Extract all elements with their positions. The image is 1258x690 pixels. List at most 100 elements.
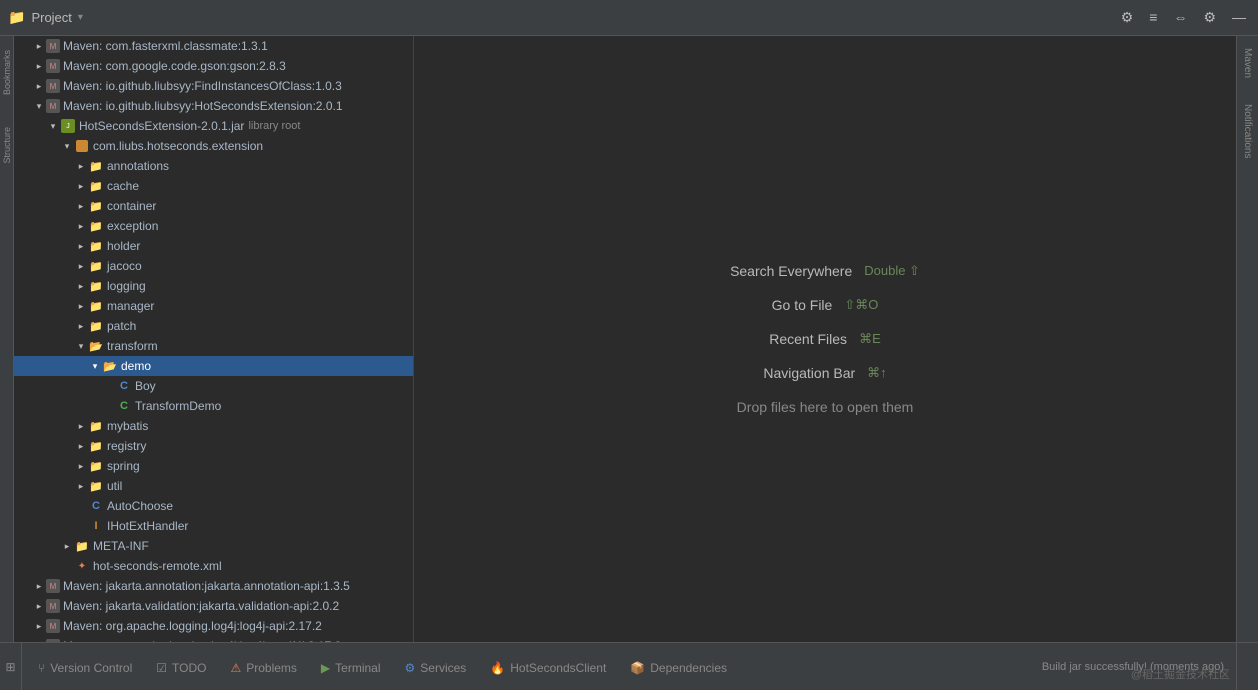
icon-minimize[interactable]: — bbox=[1228, 7, 1250, 28]
icon-metainf bbox=[74, 538, 90, 554]
project-dropdown-icon[interactable]: ▾ bbox=[78, 12, 83, 23]
tree-item-pkg1[interactable]: com.liubs.hotseconds.extension bbox=[14, 136, 413, 156]
folder-badge-holder bbox=[89, 240, 103, 253]
tree-item-annotations[interactable]: annotations bbox=[14, 156, 413, 176]
tree-item-maven7[interactable]: M Maven: org.apache.logging.log4j:log4j-… bbox=[14, 616, 413, 636]
tree-item-maven2[interactable]: M Maven: com.google.code.gson:gson:2.8.3 bbox=[14, 56, 413, 76]
icon-transform bbox=[88, 338, 104, 354]
tree-item-util[interactable]: util bbox=[14, 476, 413, 496]
arrow-registry bbox=[74, 439, 88, 453]
arrow-maven8 bbox=[32, 639, 46, 642]
tab-hotseconds-client[interactable]: 🔥 HotSecondsClient bbox=[478, 643, 618, 690]
tab-terminal[interactable]: ▶ Terminal bbox=[309, 643, 393, 690]
tab-todo[interactable]: ☑ TODO bbox=[144, 643, 218, 690]
tree-item-jacoco[interactable]: jacoco bbox=[14, 256, 413, 276]
arrow-ihotexthandler bbox=[74, 519, 88, 533]
right-side-tab-notifications[interactable]: Notifications bbox=[1240, 96, 1255, 166]
tree-item-cache[interactable]: cache bbox=[14, 176, 413, 196]
folder-badge-patch bbox=[89, 320, 103, 333]
tab-label-version-control: Version Control bbox=[50, 661, 132, 675]
arrow-maven6 bbox=[32, 599, 46, 613]
icon-settings[interactable]: ⚙ bbox=[1199, 7, 1220, 28]
folder-badge-cache bbox=[89, 180, 103, 193]
bottom-toolbar: ⊞ ⑂ Version Control ☑ TODO ⚠ Problems ▶ … bbox=[0, 642, 1258, 690]
top-bar-icons: ⚙ ≡ ⇔ ⚙ — bbox=[1117, 7, 1250, 28]
label-maven1: Maven: com.fasterxml.classmate:1.3.1 bbox=[63, 39, 268, 53]
icon-problems: ⚠ bbox=[230, 661, 241, 675]
label-manager: manager bbox=[107, 299, 154, 313]
tab-problems[interactable]: ⚠ Problems bbox=[218, 643, 308, 690]
tree-item-transformdemo[interactable]: TransformDemo bbox=[14, 396, 413, 416]
folder-badge-metainf bbox=[75, 540, 89, 553]
icon-jar1: J bbox=[60, 118, 76, 134]
folder-badge-logging bbox=[89, 280, 103, 293]
icon-maven2: M bbox=[46, 59, 60, 73]
tree-item-container[interactable]: container bbox=[14, 196, 413, 216]
icon-maven6: M bbox=[46, 599, 60, 613]
far-left-tab-structure[interactable]: Structure bbox=[1, 121, 13, 170]
label-transformdemo: TransformDemo bbox=[135, 399, 221, 413]
far-left-tab-bookmarks[interactable]: Bookmarks bbox=[1, 44, 13, 101]
tree-item-metainf[interactable]: META-INF bbox=[14, 536, 413, 556]
label-jar1-library: library root bbox=[248, 120, 300, 132]
tree-item-logging[interactable]: logging bbox=[14, 276, 413, 296]
tree-item-demo[interactable]: demo bbox=[14, 356, 413, 376]
label-boy: Boy bbox=[135, 379, 156, 393]
hint-label-search: Search Everywhere bbox=[730, 263, 852, 279]
label-holder: holder bbox=[107, 239, 140, 253]
icon-expand[interactable]: ⇔ bbox=[1169, 7, 1191, 28]
main-area: Bookmarks Structure M Maven: com.fasterx… bbox=[0, 36, 1258, 642]
tab-services[interactable]: ⚙ Services bbox=[393, 643, 479, 690]
tab-version-control[interactable]: ⑂ Version Control bbox=[26, 643, 144, 690]
project-icon: 📁 bbox=[8, 9, 25, 26]
tree-item-patch[interactable]: patch bbox=[14, 316, 413, 336]
tree-item-maven6[interactable]: M Maven: jakarta.validation:jakarta.vali… bbox=[14, 596, 413, 616]
folder-badge-spring bbox=[89, 460, 103, 473]
tree-item-maven8[interactable]: M Maven: org.apache.logging.log4j:log4j-… bbox=[14, 636, 413, 642]
file-tree-scroll[interactable]: M Maven: com.fasterxml.classmate:1.3.1 M… bbox=[14, 36, 413, 642]
icon-demo bbox=[102, 358, 118, 374]
arrow-transform bbox=[74, 339, 88, 353]
class-badge-boy bbox=[120, 380, 128, 392]
arrow-holder bbox=[74, 239, 88, 253]
tree-item-autochoose[interactable]: AutoChoose bbox=[14, 496, 413, 516]
arrow-maven1 bbox=[32, 39, 46, 53]
tree-item-exception[interactable]: exception bbox=[14, 216, 413, 236]
folder-badge-util bbox=[89, 480, 103, 493]
tree-item-maven1[interactable]: M Maven: com.fasterxml.classmate:1.3.1 bbox=[14, 36, 413, 56]
tree-item-maven3[interactable]: M Maven: io.github.liubsyy:FindInstances… bbox=[14, 76, 413, 96]
hint-shortcut-goto: ⇧⌘O bbox=[844, 297, 878, 313]
class-badge-ihotexthandler bbox=[94, 520, 97, 532]
tab-label-services: Services bbox=[420, 661, 466, 675]
tab-dependencies[interactable]: 📦 Dependencies bbox=[618, 643, 739, 690]
right-side-panel: Maven Notifications bbox=[1236, 36, 1258, 642]
hint-shortcut-recent: ⌘E bbox=[859, 331, 881, 347]
icon-maven5: M bbox=[46, 579, 60, 593]
bottom-icon-layout[interactable]: ⊞ bbox=[5, 660, 15, 674]
folder-badge-registry bbox=[89, 440, 103, 453]
tree-item-holder[interactable]: holder bbox=[14, 236, 413, 256]
main-content: Search Everywhere Double ⇧ Go to File ⇧⌘… bbox=[414, 36, 1236, 642]
icon-manager bbox=[88, 298, 104, 314]
arrow-demo bbox=[88, 359, 102, 373]
tree-item-transform[interactable]: transform bbox=[14, 336, 413, 356]
tree-item-registry[interactable]: registry bbox=[14, 436, 413, 456]
tree-item-ihotexthandler[interactable]: IHotExtHandler bbox=[14, 516, 413, 536]
hint-label-goto: Go to File bbox=[772, 297, 833, 313]
label-metainf: META-INF bbox=[93, 539, 149, 553]
tree-item-spring[interactable]: spring bbox=[14, 456, 413, 476]
project-label: Project bbox=[31, 10, 71, 25]
tree-item-jar1[interactable]: J HotSecondsExtension-2.0.1.jar library … bbox=[14, 116, 413, 136]
icon-layout[interactable]: ≡ bbox=[1145, 7, 1161, 28]
right-side-tab-maven[interactable]: Maven bbox=[1240, 40, 1255, 86]
arrow-transformdemo bbox=[102, 399, 116, 413]
tree-item-manager[interactable]: manager bbox=[14, 296, 413, 316]
icon-boy bbox=[116, 378, 132, 394]
arrow-pkg1 bbox=[60, 139, 74, 153]
tree-item-maven4[interactable]: M Maven: io.github.liubsyy:HotSecondsExt… bbox=[14, 96, 413, 116]
icon-sync[interactable]: ⚙ bbox=[1117, 7, 1138, 28]
tree-item-boy[interactable]: Boy bbox=[14, 376, 413, 396]
tree-item-maven5[interactable]: M Maven: jakarta.annotation:jakarta.anno… bbox=[14, 576, 413, 596]
tree-item-hotsecondsxml[interactable]: hot-seconds-remote.xml bbox=[14, 556, 413, 576]
tree-item-mybatis[interactable]: mybatis bbox=[14, 416, 413, 436]
